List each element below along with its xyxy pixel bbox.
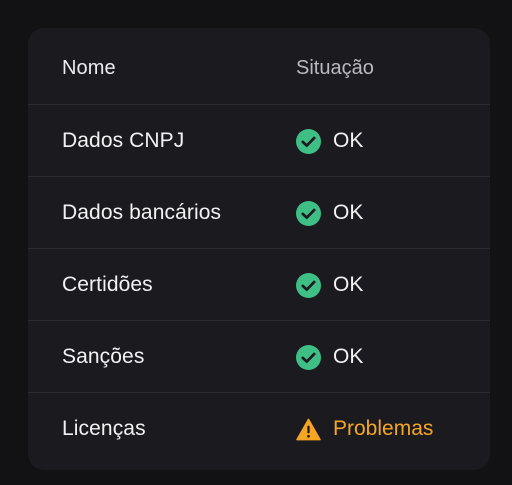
row-status: OK — [296, 200, 364, 226]
table-row: Dados bancários OK — [28, 177, 490, 249]
row-status: OK — [296, 272, 364, 298]
table-row: Sanções OK — [28, 321, 490, 393]
row-name: Certidões — [62, 273, 153, 296]
row-status: Problemas — [296, 417, 433, 442]
row-status: OK — [296, 128, 364, 154]
warning-triangle-icon — [296, 418, 321, 440]
row-name: Licenças — [62, 417, 146, 440]
table-row: Certidões OK — [28, 249, 490, 321]
status-text: OK — [333, 201, 364, 224]
row-name: Sanções — [62, 345, 145, 368]
header-name: Nome — [62, 56, 116, 79]
status-text: Problemas — [333, 417, 434, 440]
row-name: Dados bancários — [62, 201, 222, 224]
row-name: Dados CNPJ — [62, 129, 185, 152]
table-row: Licenças Problemas — [28, 393, 490, 465]
header-status: Situação — [296, 56, 374, 79]
check-circle-icon — [296, 128, 321, 154]
verification-status-table: Nome Situação Dados CNPJ OK Dados bancár… — [28, 28, 490, 470]
row-status: OK — [296, 344, 364, 370]
check-circle-icon — [296, 344, 321, 370]
check-circle-icon — [296, 272, 321, 298]
table-header: Nome Situação — [28, 32, 490, 104]
status-text: OK — [333, 345, 364, 368]
status-text: OK — [333, 273, 364, 296]
status-text: OK — [333, 129, 364, 152]
check-circle-icon — [296, 200, 321, 226]
table-row: Dados CNPJ OK — [28, 105, 490, 177]
